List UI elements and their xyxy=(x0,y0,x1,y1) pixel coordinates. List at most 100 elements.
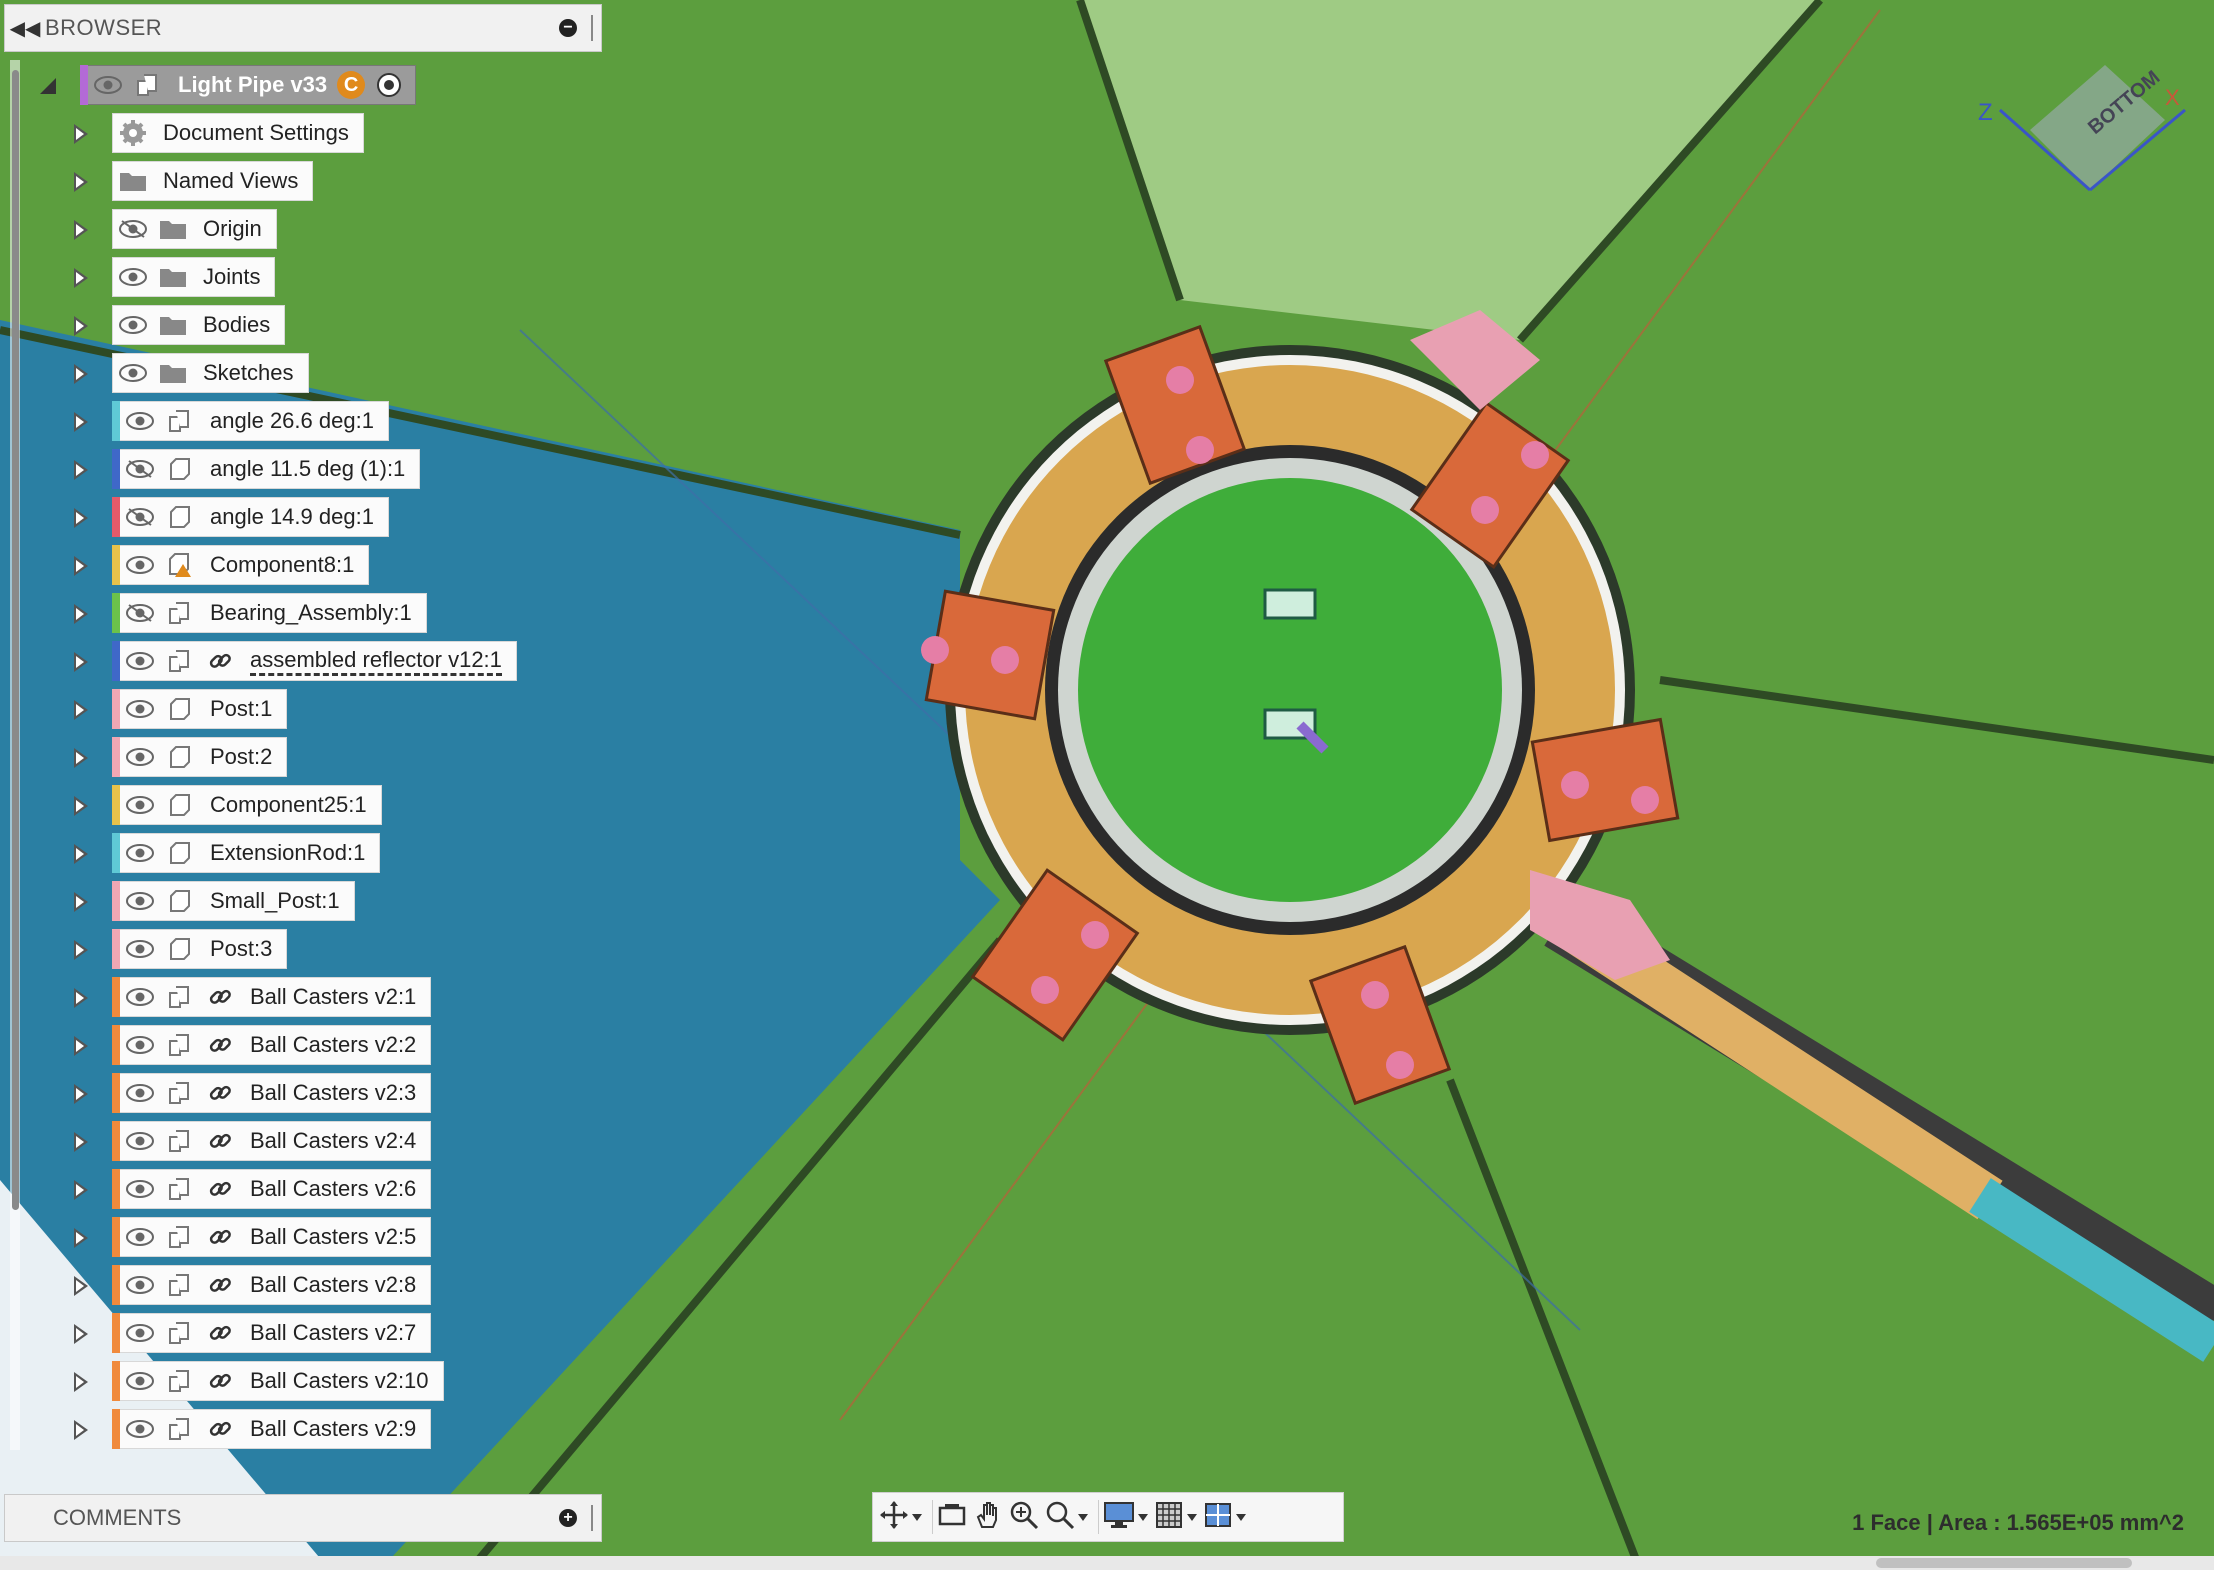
tree-row[interactable]: Small_Post:1 xyxy=(0,878,620,926)
expand-arrow-icon[interactable] xyxy=(74,1180,88,1200)
expand-arrow-icon[interactable] xyxy=(74,1420,88,1440)
eye-icon[interactable] xyxy=(120,1265,160,1305)
tree-row[interactable]: Sketches xyxy=(0,350,620,398)
tree-row[interactable]: Post:3 xyxy=(0,926,620,974)
expand-arrow-icon[interactable] xyxy=(74,1276,88,1296)
fit-button[interactable] xyxy=(1045,1497,1088,1537)
tree-node[interactable]: Ball Casters v2:3 xyxy=(112,1073,432,1113)
eye-icon[interactable] xyxy=(120,545,160,585)
tree-row[interactable]: Bearing_Assembly:1 xyxy=(0,590,620,638)
tree-node[interactable]: Sketches xyxy=(112,353,309,393)
tree-node[interactable]: Ball Casters v2:4 xyxy=(112,1121,432,1161)
tree-node[interactable]: assembled reflector v12:1 xyxy=(112,641,517,681)
eye-icon[interactable] xyxy=(120,929,160,969)
tree-node[interactable]: Ball Casters v2:8 xyxy=(112,1265,432,1305)
viewports-button[interactable] xyxy=(1203,1497,1246,1537)
grid-button[interactable] xyxy=(1154,1497,1197,1537)
tree-row[interactable]: angle 11.5 deg (1):1 xyxy=(0,446,620,494)
tree-node[interactable]: Small_Post:1 xyxy=(112,881,355,921)
tree-row[interactable]: Ball Casters v2:9 xyxy=(0,1406,620,1454)
collapse-arrow-icon[interactable] xyxy=(40,78,56,94)
expand-arrow-icon[interactable] xyxy=(74,364,88,384)
tree-node[interactable]: Ball Casters v2:7 xyxy=(112,1313,432,1353)
eye-hidden-icon[interactable] xyxy=(113,209,153,249)
browser-header[interactable]: ◀◀ BROWSER − xyxy=(4,4,602,52)
dropdown-caret-icon[interactable] xyxy=(1078,1513,1088,1521)
expand-arrow-icon[interactable] xyxy=(74,940,88,960)
tree-row[interactable]: Bodies xyxy=(0,302,620,350)
comments-resize-grip[interactable] xyxy=(591,1505,595,1531)
expand-arrow-icon[interactable] xyxy=(74,508,88,528)
eye-hidden-icon[interactable] xyxy=(120,593,160,633)
tree-row[interactable]: Ball Casters v2:6 xyxy=(0,1166,620,1214)
expand-arrow-icon[interactable] xyxy=(74,652,88,672)
tree-row[interactable]: angle 14.9 deg:1 xyxy=(0,494,620,542)
tree-row[interactable]: Component25:1 xyxy=(0,782,620,830)
tree-node[interactable]: Named Views xyxy=(112,161,314,201)
tree-node[interactable]: Document Settings xyxy=(112,113,364,153)
expand-arrow-icon[interactable] xyxy=(74,1036,88,1056)
tree-node[interactable]: Origin xyxy=(112,209,277,249)
expand-arrow-icon[interactable] xyxy=(74,1132,88,1152)
tree-row[interactable]: Component8:1 xyxy=(0,542,620,590)
expand-arrow-icon[interactable] xyxy=(74,604,88,624)
expand-arrow-icon[interactable] xyxy=(74,316,88,336)
eye-icon[interactable] xyxy=(120,1313,160,1353)
dropdown-caret-icon[interactable] xyxy=(1187,1513,1197,1521)
root-component-node[interactable]: Light Pipe v33 C xyxy=(80,65,417,105)
tree-row[interactable]: Ball Casters v2:3 xyxy=(0,1070,620,1118)
tree-node[interactable]: Bearing_Assembly:1 xyxy=(112,593,427,633)
tree-row-root[interactable]: Light Pipe v33 C xyxy=(0,62,620,110)
tree-row[interactable]: assembled reflector v12:1 xyxy=(0,638,620,686)
tree-node[interactable]: Ball Casters v2:10 xyxy=(112,1361,444,1401)
tree-node[interactable]: Joints xyxy=(112,257,276,297)
eye-icon[interactable] xyxy=(120,881,160,921)
tree-node[interactable]: Ball Casters v2:6 xyxy=(112,1169,432,1209)
collapse-panel-icon[interactable]: ◀◀ xyxy=(5,16,45,41)
horizontal-scrollbar-thumb[interactable] xyxy=(1876,1558,2132,1568)
tree-row[interactable]: ExtensionRod:1 xyxy=(0,830,620,878)
expand-arrow-icon[interactable] xyxy=(74,220,88,240)
expand-arrow-icon[interactable] xyxy=(74,748,88,768)
expand-arrow-icon[interactable] xyxy=(74,1324,88,1344)
pan-button[interactable] xyxy=(973,1497,1003,1537)
eye-icon[interactable] xyxy=(120,1073,160,1113)
tree-node[interactable]: ExtensionRod:1 xyxy=(112,833,381,873)
expand-arrow-icon[interactable] xyxy=(74,1084,88,1104)
eye-icon[interactable] xyxy=(120,401,160,441)
tree-node[interactable]: angle 14.9 deg:1 xyxy=(112,497,389,537)
tree-row[interactable]: Post:2 xyxy=(0,734,620,782)
expand-arrow-icon[interactable] xyxy=(74,988,88,1008)
tree-row[interactable]: Ball Casters v2:7 xyxy=(0,1310,620,1358)
eye-hidden-icon[interactable] xyxy=(120,497,160,537)
expand-arrow-icon[interactable] xyxy=(74,412,88,432)
tree-node[interactable]: Ball Casters v2:5 xyxy=(112,1217,432,1257)
tree-node[interactable]: Component8:1 xyxy=(112,545,370,585)
look-at-button[interactable] xyxy=(937,1497,967,1537)
eye-icon[interactable] xyxy=(120,1121,160,1161)
tree-node[interactable]: Component25:1 xyxy=(112,785,382,825)
expand-arrow-icon[interactable] xyxy=(74,1372,88,1392)
tree-node[interactable]: Ball Casters v2:2 xyxy=(112,1025,432,1065)
eye-icon[interactable] xyxy=(120,977,160,1017)
expand-arrow-icon[interactable] xyxy=(74,700,88,720)
tree-row[interactable]: Ball Casters v2:1 xyxy=(0,974,620,1022)
tree-row[interactable]: Ball Casters v2:4 xyxy=(0,1118,620,1166)
expand-arrow-icon[interactable] xyxy=(74,124,88,144)
eye-hidden-icon[interactable] xyxy=(120,449,160,489)
comments-panel[interactable]: COMMENTS + xyxy=(4,1494,602,1542)
eye-icon[interactable] xyxy=(120,833,160,873)
tree-row[interactable]: Ball Casters v2:10 xyxy=(0,1358,620,1406)
tree-row[interactable]: Origin xyxy=(0,206,620,254)
dropdown-caret-icon[interactable] xyxy=(912,1513,922,1521)
eye-icon[interactable] xyxy=(113,305,153,345)
tree-row[interactable]: Document Settings xyxy=(0,110,620,158)
eye-icon[interactable] xyxy=(88,65,128,105)
dropdown-caret-icon[interactable] xyxy=(1138,1513,1148,1521)
eye-icon[interactable] xyxy=(120,1217,160,1257)
expand-arrow-icon[interactable] xyxy=(74,844,88,864)
eye-icon[interactable] xyxy=(120,641,160,681)
eye-icon[interactable] xyxy=(120,1025,160,1065)
eye-icon[interactable] xyxy=(120,785,160,825)
tree-node[interactable]: Post:2 xyxy=(112,737,288,777)
